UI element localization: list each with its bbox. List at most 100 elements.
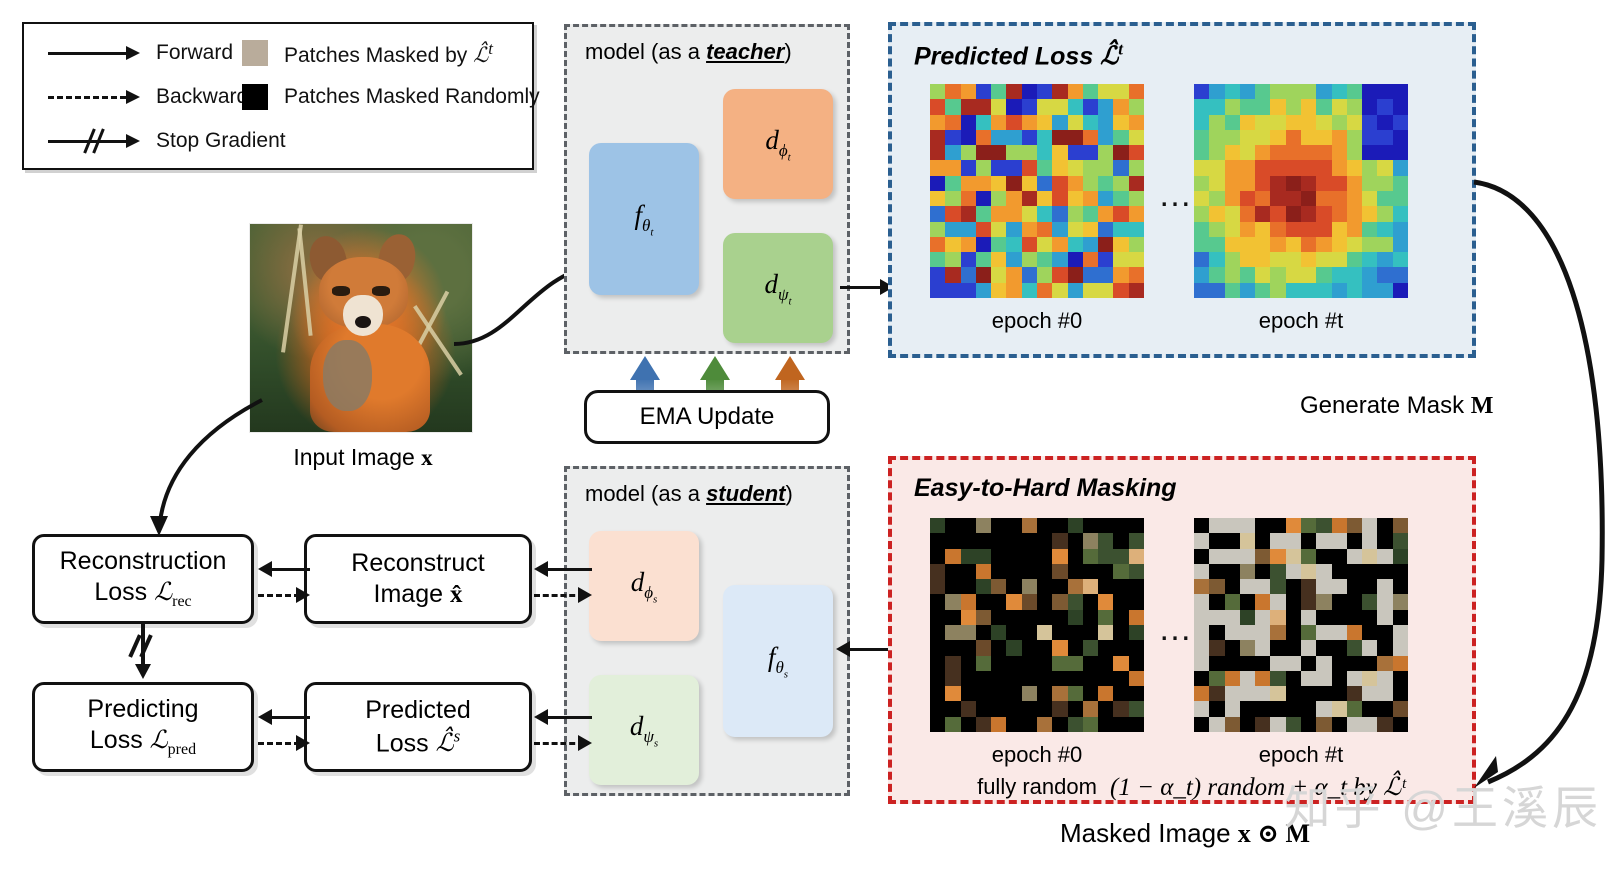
heat-patch [1036,160,1053,176]
arrow-recon-image-to-dphis [534,594,584,597]
heat-patch [1021,99,1037,115]
heat-patch [1239,282,1256,298]
heat-patch [1113,221,1129,237]
heat-patch [930,129,946,146]
heat-patch [1270,282,1286,298]
generate-mask-label-text: Generate Mask [1300,392,1465,419]
arrow-pred-loss-to-dpsis-head [578,735,592,751]
heat-patch [1128,114,1144,130]
heat-patch [991,175,1007,191]
heat-patch [1331,145,1347,161]
ema-update-box: EMA Update [584,390,830,444]
patch-masked-by-loss [1224,701,1240,717]
patch-masked-random [1021,640,1037,656]
patch-masked-random [1209,655,1225,671]
predicted-loss-s-box[interactable]: Predicted Loss ℒ̂s [304,682,532,772]
patch-masked-random [1331,548,1347,564]
heat-patch [1285,129,1301,146]
patch-masked-random [1113,579,1129,595]
heat-patch [1209,114,1225,130]
patch-masked-by-loss [1194,701,1210,717]
heat-patch [975,84,992,100]
heat-patch [1239,129,1256,146]
heat-patch [1255,221,1271,237]
heat-patch [1316,129,1332,146]
patch-masked-random [1052,670,1068,687]
patch-masked-random [1362,579,1378,595]
heat-patch [1285,190,1301,207]
patch-masked-random [991,548,1007,564]
patch-visible [1316,716,1332,732]
patch-masked-random [1036,640,1053,656]
heat-patch [1194,221,1210,237]
arrow-input-to-recon-loss [150,398,263,536]
predicting-loss-box[interactable]: Predicting Loss ℒpred [32,682,254,772]
patch-masked-random [1036,670,1053,687]
teacher-unit-f-theta-t[interactable]: fθt [589,143,699,295]
patch-masked-random [991,609,1007,625]
heat-patch [1021,145,1037,161]
heat-patch [1270,206,1286,222]
heat-patch [1255,145,1271,161]
heat-patch [1036,84,1053,100]
patch-visible [1270,624,1286,641]
reconstruction-loss-box[interactable]: Reconstruction Loss ℒrec [32,534,254,624]
heat-patch [975,206,992,222]
patch-visible [1082,548,1099,564]
patch-masked-random [1224,579,1240,595]
heat-patch [1300,175,1317,191]
heat-patch [930,160,946,176]
patch-masked-random [1082,609,1099,625]
patch-masked-by-loss [1316,670,1332,687]
teacher-unit-d-psi-t[interactable]: dψt [723,233,833,343]
patch-masked-random [1285,640,1301,656]
patch-visible [1392,518,1408,534]
patch-masked-random [1006,670,1022,687]
heat-patch [1285,145,1301,161]
heat-patch [1098,114,1114,130]
student-unit-d-phi-s[interactable]: dϕs [589,531,699,641]
patch-masked-random [930,686,946,702]
heat-patch [1021,114,1037,130]
arrow-recon-loss-to-image [258,594,300,597]
heat-patch [960,114,976,130]
patch-masked-random [1270,518,1286,534]
patch-visible [960,609,976,625]
arrow-recon-image-to-dphis-head [578,587,592,603]
heat-patch [1316,190,1332,207]
heat-patch [1362,267,1378,283]
patch-masked-by-loss [1331,533,1347,549]
legend-label-masked-random: Patches Masked Randomly [284,85,540,108]
heat-patch [1285,175,1301,191]
heat-patch [1239,145,1256,161]
patch-visible [1270,670,1286,687]
patch-visible [1082,579,1099,595]
patch-masked-random [945,579,961,595]
patch-masked-random [991,686,1007,702]
teacher-unit-d-phi-t[interactable]: dϕt [723,89,833,199]
heat-patch [1194,99,1210,115]
heat-patch [975,267,992,283]
patch-masked-random [945,701,961,717]
heat-patch [930,267,946,283]
heat-patch [1392,145,1408,161]
patch-masked-random [1224,655,1240,671]
heat-patch [945,252,961,268]
patch-visible [1067,609,1083,625]
reconstruct-image-box[interactable]: Reconstruct Image x̂ [304,534,532,624]
patch-visible [1255,548,1271,564]
heat-patch [975,175,992,191]
patch-masked-by-loss [1194,624,1210,641]
solid-arrow-icon [48,46,144,60]
heat-patch [1006,252,1022,268]
swatch-masked-random-icon [242,84,268,110]
student-unit-d-psi-s[interactable]: dψs [589,675,699,785]
patch-masked-random [1021,701,1037,717]
heat-patch [1036,282,1053,298]
patch-visible [1021,518,1037,534]
patch-masked-random [1255,701,1271,717]
heat-patch [1346,221,1363,237]
heat-patch [945,160,961,176]
patch-visible [1392,655,1408,671]
student-unit-f-theta-s[interactable]: fθs [723,585,833,737]
